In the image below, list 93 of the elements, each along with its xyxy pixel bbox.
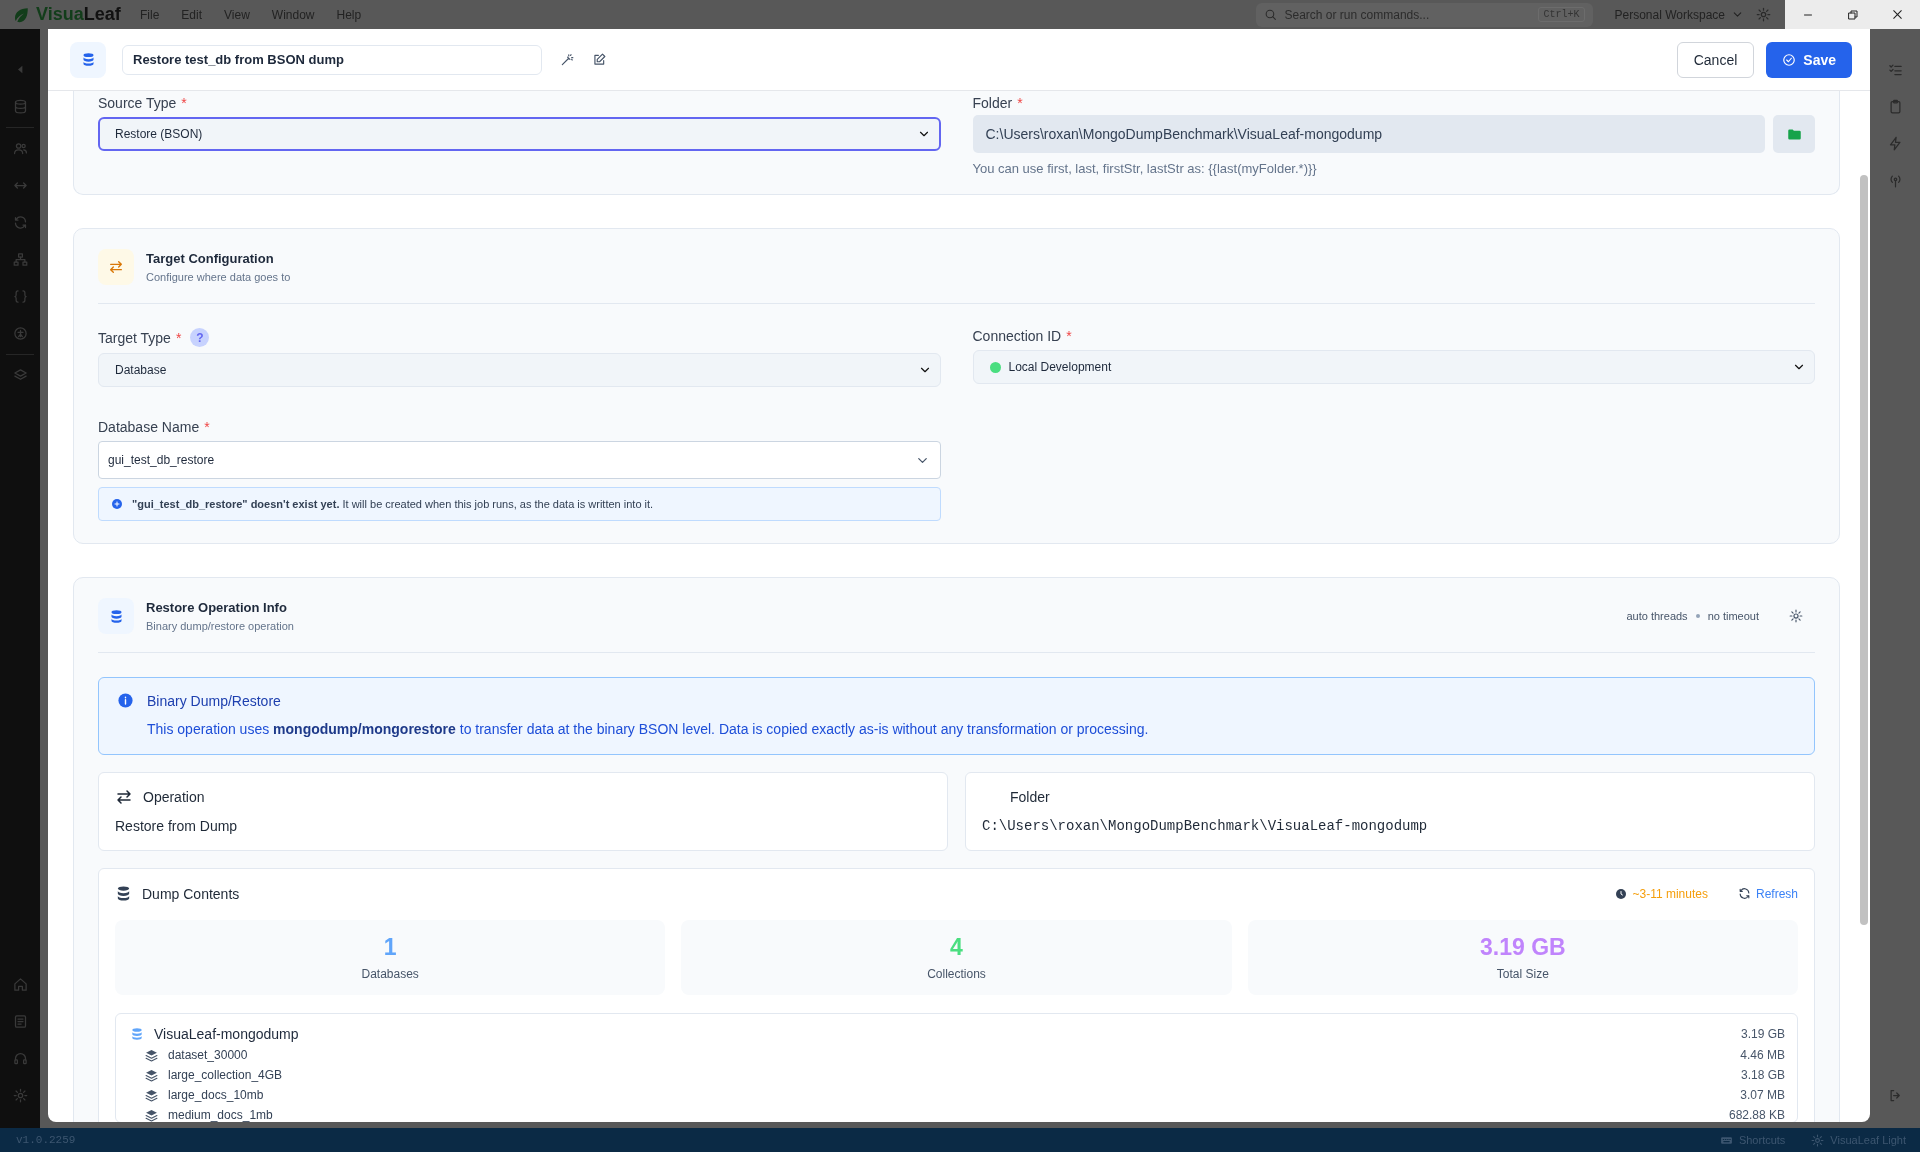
detail-label: Operation (143, 789, 205, 805)
search-icon (1263, 8, 1277, 21)
card-subtitle: Binary dump/restore operation (146, 620, 294, 632)
sitemap-icon[interactable] (12, 252, 28, 267)
info-title: Binary Dump/Restore (147, 692, 282, 709)
option-tag: auto threads (1626, 610, 1688, 622)
clock-icon (1615, 887, 1628, 900)
info-icon (111, 498, 123, 510)
stat-label: Collections (927, 967, 986, 981)
folder-field[interactable]: C:\Users\roxan\MongoDumpBenchmark\VisuaLeaf-mongodump (972, 115, 1765, 153)
required-mark: * (204, 419, 210, 435)
title-field[interactable]: Restore test_db from BSON dump (122, 44, 542, 75)
cancel-button[interactable]: Cancel (1676, 41, 1755, 78)
dropdown[interactable]: Database (98, 353, 941, 387)
field-label: Database Name (98, 419, 200, 435)
layers-icon (145, 1088, 158, 1102)
browse-button[interactable] (1773, 115, 1815, 153)
app-logo: VisuaLeaf (36, 4, 121, 25)
swap-arrows-icon (115, 788, 133, 806)
option-tag: no timeout (1707, 610, 1759, 622)
antenna-icon[interactable] (1887, 173, 1903, 188)
required-mark: * (1017, 95, 1023, 111)
settings-icon[interactable] (1789, 609, 1803, 623)
person-circle-icon[interactable] (12, 326, 28, 341)
check-circle-icon (1782, 52, 1797, 67)
headset-icon[interactable] (12, 1051, 28, 1066)
combo-field[interactable]: gui_test_db_restore (98, 441, 941, 479)
collection-name[interactable]: large_docs_10mb (168, 1088, 264, 1102)
detail-label: Folder (1010, 789, 1050, 805)
home-icon[interactable] (12, 977, 28, 992)
edit-icon[interactable] (592, 52, 606, 67)
save-button[interactable]: Save (1766, 41, 1852, 78)
size-label: 4.46 MB (1740, 1048, 1785, 1062)
required-mark: * (1066, 328, 1072, 344)
checklist-icon[interactable] (1887, 62, 1903, 77)
document-icon[interactable] (12, 1014, 28, 1029)
leaf-icon (12, 5, 30, 24)
logout-icon[interactable] (1887, 1088, 1903, 1103)
dropdown-value: Database (115, 363, 167, 377)
stat-label: Databases (361, 967, 419, 981)
size-label: 3.18 GB (1740, 1068, 1785, 1082)
stat-value: 1 (383, 934, 397, 961)
field-label: Connection ID (972, 328, 1062, 344)
field-label: Target Type (98, 329, 171, 346)
database-icon (130, 1027, 144, 1041)
restore-icon (1846, 8, 1859, 21)
card-title: Restore Operation Info (146, 600, 288, 615)
dropdown[interactable]: Local Development (972, 350, 1815, 384)
dropdown[interactable]: Restore (BSON) (98, 117, 941, 151)
dropdown-value: Local Development (1008, 360, 1112, 374)
stat-value: 4 (950, 934, 963, 961)
card-title: Target Configuration (146, 251, 275, 266)
hint-text: You can use first, last, firstStr, lastStr as: {{last(myFolder.*)}} (972, 161, 1318, 176)
size-label: 3.07 MB (1740, 1088, 1785, 1102)
refresh-button[interactable]: Refresh (1737, 886, 1798, 901)
database-icon (115, 885, 132, 902)
swap-arrows-icon (108, 259, 124, 275)
info-icon (117, 692, 134, 709)
braces-icon[interactable] (12, 289, 28, 304)
layers-icon (145, 1068, 158, 1082)
database-name[interactable]: VisuaLeaf-mongodump (154, 1026, 299, 1042)
close-icon (1891, 8, 1904, 21)
refresh-icon[interactable] (12, 215, 28, 230)
detail-value: Restore from Dump (115, 818, 239, 834)
field-label: Folder (972, 95, 1013, 111)
detail-value: C:\Users\roxan\MongoDumpBenchmark\VisuaLeaf-mongodump (982, 818, 1429, 834)
refresh-icon (1737, 887, 1751, 900)
required-mark: * (175, 329, 182, 346)
size-label: 3.19 GB (1740, 1027, 1785, 1041)
size-label: 682.88 KB (1728, 1108, 1785, 1122)
collection-name[interactable]: dataset_30000 (168, 1048, 248, 1062)
layers-icon[interactable] (12, 368, 28, 383)
layers-icon (145, 1048, 158, 1062)
collection-name[interactable]: medium_docs_1mb (168, 1108, 273, 1122)
clipboard-icon[interactable] (1887, 99, 1903, 114)
notice-text: "gui_test_db_restore" doesn't exist yet. It will be created when this job runs, as the data is written into it. (132, 498, 654, 510)
users-icon[interactable] (12, 141, 28, 156)
bolt-icon[interactable] (1887, 136, 1903, 151)
info-text: This operation uses mongodump/mongorestore to transfer data at the binary BSON level. Data is copied exactly as-is without any transformation or processing. (147, 721, 1150, 737)
theme-icon (1811, 1133, 1825, 1147)
scrollbar[interactable] (1860, 175, 1868, 925)
card-subtitle: Configure where data goes to (146, 271, 291, 283)
dropdown-value: Restore (BSON) (115, 127, 203, 141)
required-mark: * (181, 95, 187, 111)
stat-value: 3.19 GB (1480, 934, 1566, 961)
magic-wand-icon[interactable] (560, 52, 574, 67)
time-estimate: ~3-11 minutes (1615, 886, 1708, 901)
collection-name[interactable]: large_collection_4GB (168, 1068, 283, 1082)
stat-label: Total Size (1496, 967, 1549, 981)
panel-title: Dump Contents (142, 885, 240, 902)
layers-icon (145, 1108, 158, 1122)
field-label: Source Type (98, 95, 177, 111)
database-icon[interactable] (12, 99, 28, 114)
